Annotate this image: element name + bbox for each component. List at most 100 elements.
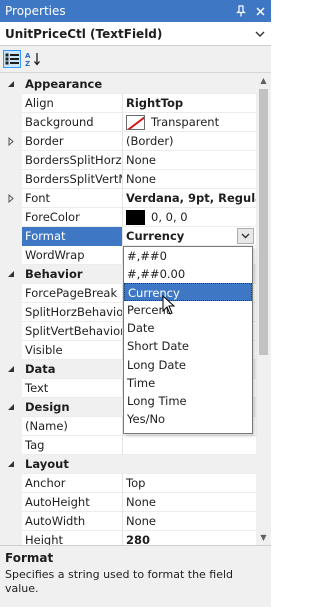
property-value-text: Currency bbox=[126, 228, 185, 243]
format-option[interactable]: #,##0 bbox=[124, 247, 252, 265]
property-name: SplitVertBehavior bbox=[22, 321, 123, 341]
property-row-autowidth[interactable]: AutoWidth None bbox=[0, 511, 256, 531]
row-gutter bbox=[0, 207, 22, 227]
object-selector[interactable]: UnitPriceCtl (TextField) bbox=[0, 22, 271, 46]
category-label: Appearance bbox=[25, 76, 103, 91]
close-icon[interactable] bbox=[252, 3, 268, 19]
format-option[interactable]: Short Date bbox=[124, 337, 252, 355]
property-row-borderssplitvertmc[interactable]: BordersSplitVertMcNone bbox=[0, 169, 256, 189]
expand-icon[interactable] bbox=[0, 188, 22, 208]
property-row-font[interactable]: Font Verdana, 9pt, Regular bbox=[0, 188, 256, 208]
property-value[interactable]: (Border) bbox=[123, 132, 256, 151]
category-appearance[interactable]: Appearance bbox=[0, 74, 256, 94]
categorized-icon bbox=[5, 53, 19, 65]
format-option[interactable]: Long Time bbox=[124, 392, 252, 410]
property-name: ForeColor bbox=[22, 207, 123, 227]
format-option[interactable]: #,##0.00 bbox=[124, 265, 252, 283]
scroll-down-icon[interactable]: ▼ bbox=[256, 530, 271, 545]
property-name: WordWrap bbox=[22, 245, 123, 265]
collapse-icon[interactable] bbox=[0, 264, 22, 284]
row-gutter bbox=[0, 245, 22, 265]
property-value-text: Transparent bbox=[151, 114, 220, 129]
property-value[interactable]: RightTop bbox=[123, 94, 256, 113]
property-value[interactable]: 0, 0, 0 bbox=[123, 208, 256, 227]
svg-text:Z: Z bbox=[25, 60, 30, 67]
property-name: Text bbox=[22, 378, 123, 398]
chevron-down-icon[interactable] bbox=[252, 26, 268, 42]
format-option[interactable]: Percent bbox=[124, 301, 252, 319]
categorized-button[interactable] bbox=[3, 50, 21, 68]
svg-text:A: A bbox=[25, 52, 31, 60]
row-gutter bbox=[0, 416, 22, 436]
property-value[interactable]: None bbox=[123, 493, 256, 512]
row-gutter bbox=[0, 283, 22, 303]
property-value[interactable]: 280 bbox=[123, 531, 256, 546]
format-option[interactable]: Currency bbox=[124, 283, 252, 302]
vertical-scrollbar[interactable]: ▲ ▼ bbox=[256, 73, 271, 545]
property-name: (Name) bbox=[22, 416, 123, 436]
property-row-border[interactable]: Border (Border) bbox=[0, 131, 256, 151]
row-gutter bbox=[0, 112, 22, 132]
property-row-anchor[interactable]: Anchor Top bbox=[0, 473, 256, 493]
property-value-text: None bbox=[126, 513, 157, 528]
property-value[interactable] bbox=[123, 436, 256, 455]
category-layout[interactable]: Layout bbox=[0, 454, 256, 474]
property-name: Font bbox=[22, 188, 123, 208]
property-row-forecolor[interactable]: ForeColor 0, 0, 0 bbox=[0, 207, 256, 227]
row-gutter bbox=[0, 226, 22, 246]
property-row-format[interactable]: Format Currency bbox=[0, 226, 256, 246]
property-row-align[interactable]: Align RightTop bbox=[0, 93, 256, 113]
property-name: AutoHeight bbox=[22, 492, 123, 512]
property-row-height[interactable]: Height 280 bbox=[0, 530, 256, 546]
property-value[interactable]: None bbox=[123, 170, 256, 189]
property-name: Tag bbox=[22, 435, 123, 455]
property-row-tag[interactable]: Tag bbox=[0, 435, 256, 455]
row-gutter bbox=[0, 93, 22, 113]
property-value[interactable]: None bbox=[123, 151, 256, 170]
property-value[interactable]: Top bbox=[123, 474, 256, 493]
format-dropdown-list[interactable]: #,##0 #,##0.00 Currency Percent Date Short Da… bbox=[123, 246, 253, 434]
property-name: Format bbox=[22, 226, 123, 246]
properties-titlebar: Properties bbox=[0, 0, 271, 22]
collapse-icon[interactable] bbox=[0, 74, 22, 94]
scroll-up-icon[interactable]: ▲ bbox=[256, 73, 271, 88]
format-option[interactable]: Date bbox=[124, 319, 252, 337]
row-gutter bbox=[0, 378, 22, 398]
row-gutter bbox=[0, 435, 22, 455]
selected-object-name: UnitPriceCtl (TextField) bbox=[5, 26, 163, 41]
property-name: Align bbox=[22, 93, 123, 113]
property-row-borderssplithorzm[interactable]: BordersSplitHorzM None bbox=[0, 150, 256, 170]
property-name: Border bbox=[22, 131, 123, 151]
property-value[interactable]: Verdana, 9pt, Regular bbox=[123, 189, 256, 208]
property-row-background[interactable]: Background Transparent bbox=[0, 112, 256, 132]
description-title: Format bbox=[5, 551, 54, 565]
property-name: BordersSplitHorzM bbox=[22, 150, 123, 170]
property-value-text: Top bbox=[126, 475, 146, 490]
property-value-text: 280 bbox=[126, 532, 151, 546]
collapse-icon[interactable] bbox=[0, 454, 22, 474]
property-value[interactable]: None bbox=[123, 512, 256, 531]
expand-icon[interactable] bbox=[0, 131, 22, 151]
format-option[interactable]: Yes/No bbox=[124, 410, 252, 428]
row-gutter bbox=[0, 302, 22, 322]
property-value-text: 0, 0, 0 bbox=[151, 209, 188, 224]
description-pane: Format Specifies a string used to format… bbox=[0, 545, 271, 607]
alphabetical-icon: AZ bbox=[25, 52, 40, 67]
scrollbar-thumb[interactable] bbox=[259, 89, 268, 355]
alphabetical-button[interactable]: AZ bbox=[24, 50, 42, 68]
property-value-text: None bbox=[126, 171, 157, 186]
property-name: Visible bbox=[22, 340, 123, 360]
property-row-autoheight[interactable]: AutoHeight None bbox=[0, 492, 256, 512]
property-value[interactable]: Transparent bbox=[123, 113, 256, 132]
row-gutter bbox=[0, 150, 22, 170]
format-option[interactable]: Long Date bbox=[124, 356, 252, 374]
collapse-icon[interactable] bbox=[0, 359, 22, 379]
collapse-icon[interactable] bbox=[0, 397, 22, 417]
properties-toolbar: AZ bbox=[0, 46, 271, 73]
row-gutter bbox=[0, 492, 22, 512]
transparent-swatch-icon bbox=[126, 114, 145, 130]
format-option[interactable]: Time bbox=[124, 374, 252, 392]
property-name: Height bbox=[22, 530, 123, 545]
dropdown-button[interactable] bbox=[237, 228, 254, 244]
pin-icon[interactable] bbox=[233, 3, 249, 19]
